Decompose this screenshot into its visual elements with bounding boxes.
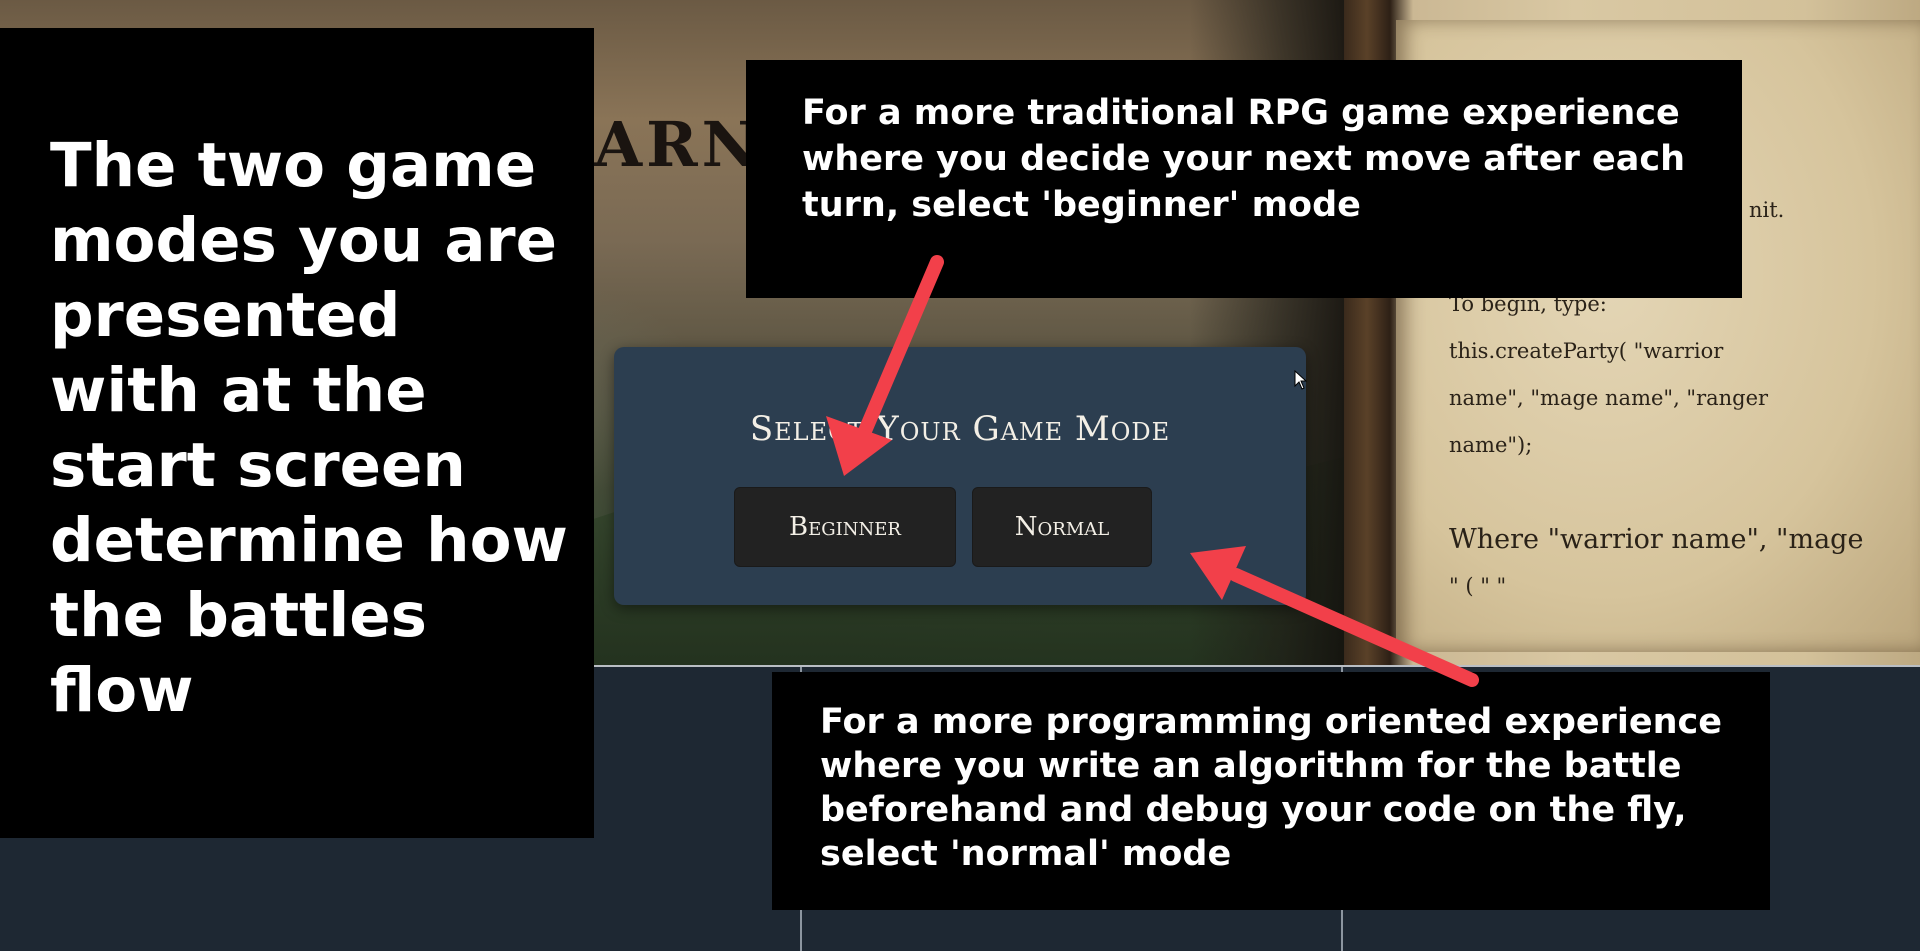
annotation-bottom-text: For a more programming oriented experien… <box>820 702 1723 874</box>
game-mode-dialog: Select Your Game Mode Beginner Normal <box>614 347 1306 605</box>
game-title: ARN <box>594 108 763 181</box>
book-line: Where "warrior name", "mage <box>1449 524 1864 555</box>
annotation-left-text: The two game modes you are presented wit… <box>50 130 568 726</box>
book-line <box>1449 469 1909 516</box>
cursor-arrow-icon <box>1294 370 1308 390</box>
book-line: name", "mage name", "ranger <box>1449 386 1769 410</box>
normal-button[interactable]: Normal <box>972 487 1152 567</box>
book-line: " ( " " <box>1449 574 1507 598</box>
panel-divider <box>594 665 1920 667</box>
annotation-top-text: For a more traditional RPG game experien… <box>802 93 1686 225</box>
dialog-title: Select Your Game Mode <box>749 409 1171 449</box>
annotation-top: For a more traditional RPG game experien… <box>746 60 1742 298</box>
annotation-bottom: For a more programming oriented experien… <box>772 672 1770 910</box>
game-screen: ARN nit. To begin, type: this.createPart… <box>0 0 1920 951</box>
book-line: name"); <box>1449 433 1533 457</box>
book-line: this.createParty( "warrior <box>1449 339 1724 363</box>
beginner-button[interactable]: Beginner <box>734 487 956 567</box>
annotation-left: The two game modes you are presented wit… <box>0 28 594 838</box>
